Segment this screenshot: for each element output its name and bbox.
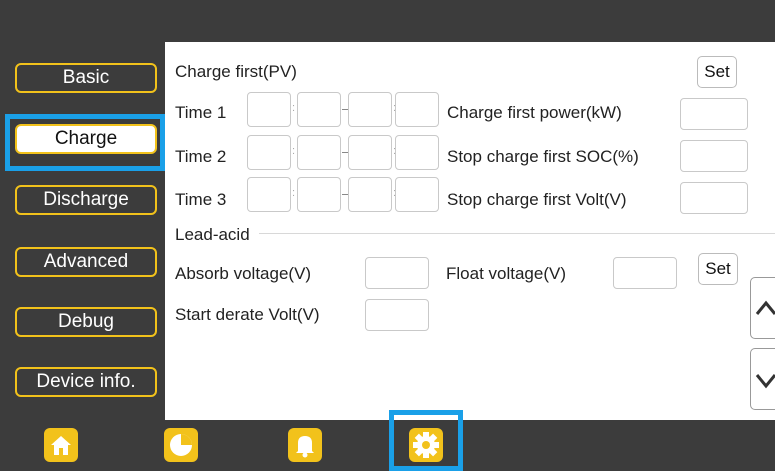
start-derate-volt-label: Start derate Volt(V) — [175, 305, 320, 324]
sidebar: Basic Charge Discharge Advanced Debug De… — [0, 42, 165, 420]
float-voltage-label: Float voltage(V) — [446, 264, 566, 283]
charge-first-set-button[interactable]: Set — [697, 56, 737, 88]
time-3-label: Time 3 — [175, 190, 227, 209]
time-colon: : — [292, 187, 296, 199]
lead-acid-set-button[interactable]: Set — [698, 253, 738, 285]
sidebar-item-debug[interactable]: Debug — [15, 307, 157, 337]
home-icon[interactable] — [44, 428, 78, 462]
time-1-label: Time 1 — [175, 103, 227, 122]
time-1-end-minute[interactable] — [395, 92, 439, 127]
top-bar — [0, 0, 775, 42]
charge-first-heading: Charge first(PV) — [175, 62, 297, 81]
bell-icon[interactable] — [288, 428, 322, 462]
sidebar-item-advanced[interactable]: Advanced — [15, 247, 157, 277]
float-voltage-input[interactable] — [613, 257, 677, 289]
time-3-start-minute[interactable] — [297, 177, 341, 212]
chevron-up-icon — [755, 300, 775, 315]
time-2-start-hour[interactable] — [247, 135, 291, 170]
settings-panel: Charge first(PV) Set Time 1 : : Charge f… — [165, 42, 775, 420]
chevron-down-icon — [755, 374, 775, 389]
time-2-end-minute[interactable] — [395, 135, 439, 170]
stop-charge-volt-label: Stop charge first Volt(V) — [447, 190, 627, 209]
sidebar-item-basic[interactable]: Basic — [15, 63, 157, 93]
scroll-up-button[interactable] — [750, 277, 775, 339]
scroll-down-button[interactable] — [750, 348, 775, 410]
selection-highlight — [5, 114, 165, 171]
start-derate-volt-input[interactable] — [365, 299, 429, 331]
stop-charge-volt-input[interactable] — [680, 182, 748, 214]
bottom-nav — [0, 420, 775, 471]
time-1-end-hour[interactable] — [348, 92, 392, 127]
lead-acid-heading: Lead-acid — [175, 225, 250, 244]
time-2-start-minute[interactable] — [297, 135, 341, 170]
stop-charge-soc-label: Stop charge first SOC(%) — [447, 147, 639, 166]
time-1-start-minute[interactable] — [297, 92, 341, 127]
stop-charge-soc-input[interactable] — [680, 140, 748, 172]
charge-first-power-input[interactable] — [680, 98, 748, 130]
nav-selection-highlight — [389, 410, 463, 471]
pie-chart-icon[interactable] — [164, 428, 198, 462]
time-colon: : — [292, 145, 296, 157]
absorb-voltage-input[interactable] — [365, 257, 429, 289]
section-divider — [259, 233, 775, 234]
charge-first-power-label: Charge first power(kW) — [447, 103, 622, 122]
time-3-start-hour[interactable] — [247, 177, 291, 212]
time-1-start-hour[interactable] — [247, 92, 291, 127]
sidebar-item-discharge[interactable]: Discharge — [15, 185, 157, 215]
time-colon: : — [292, 102, 296, 114]
time-3-end-minute[interactable] — [395, 177, 439, 212]
absorb-voltage-label: Absorb voltage(V) — [175, 264, 312, 283]
time-3-end-hour[interactable] — [348, 177, 392, 212]
time-2-label: Time 2 — [175, 147, 227, 166]
sidebar-item-device-info[interactable]: Device info. — [15, 367, 157, 397]
time-2-end-hour[interactable] — [348, 135, 392, 170]
